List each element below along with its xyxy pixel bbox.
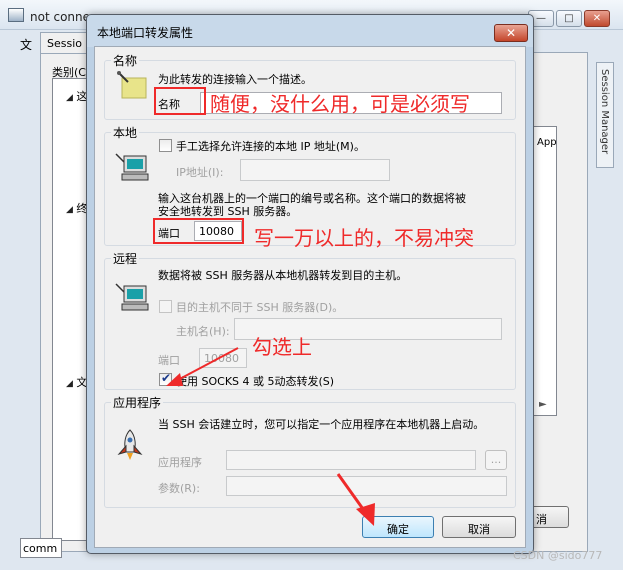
arrow-to-ok-button [336, 473, 375, 526]
arrow-to-socks-checkbox [166, 347, 239, 386]
annotation-arrows [166, 347, 375, 526]
watermark: CSDN @sido777 [513, 549, 603, 562]
